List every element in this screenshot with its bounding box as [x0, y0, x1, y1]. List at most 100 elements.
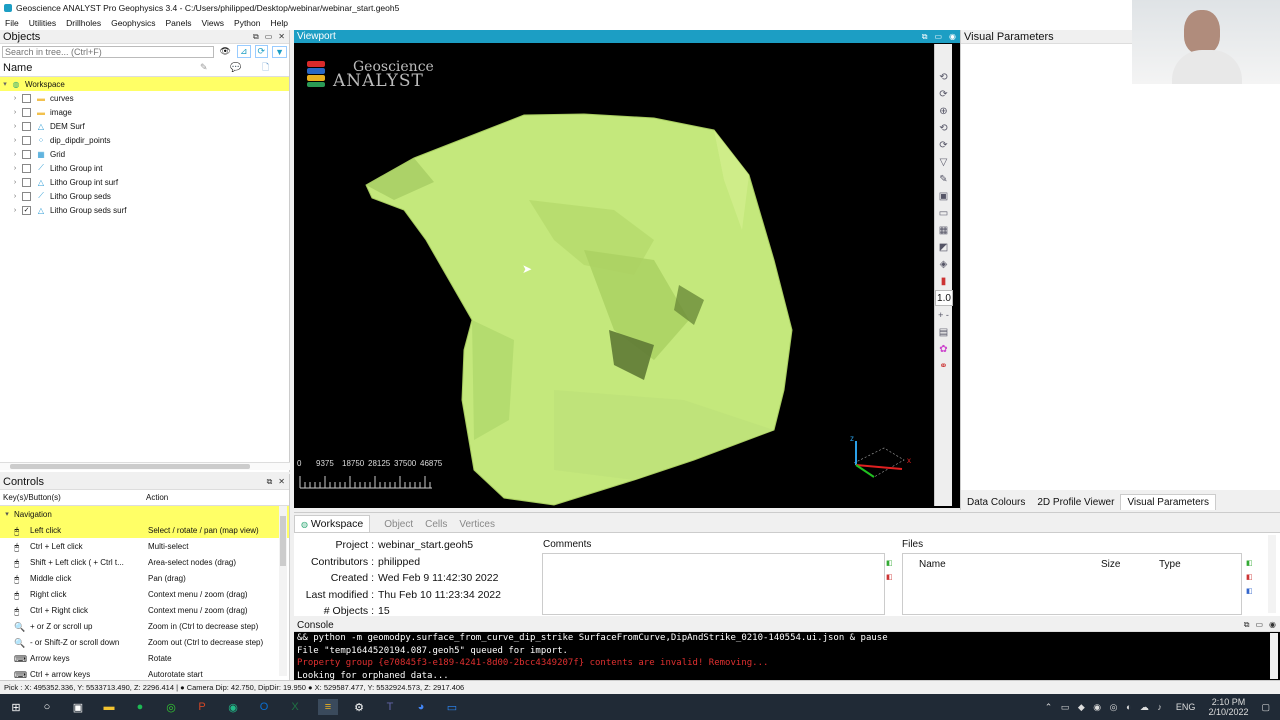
expand-arrow-icon[interactable]: › [10, 123, 20, 130]
tab-2d-profile-viewer[interactable]: 2D Profile Viewer [1031, 495, 1120, 510]
menu-item-drillholes[interactable]: Drillholes [61, 18, 106, 28]
filter-icon[interactable]: ▼ [272, 45, 287, 58]
menu-item-file[interactable]: File [0, 18, 24, 28]
powerpoint-icon[interactable]: P [194, 699, 210, 715]
files-col-name[interactable]: Name [903, 559, 1091, 570]
screenshot-icon[interactable]: ▤ [936, 324, 952, 340]
expand-arrow-icon[interactable]: › [10, 95, 20, 102]
ruler-icon[interactable]: ▭ [936, 205, 952, 221]
menu-item-utilities[interactable]: Utilities [24, 18, 61, 28]
tree-row[interactable]: › ✓ △ Litho Group seds surf [0, 203, 289, 217]
tree-row[interactable]: › ⁘ dip_dipdir_points [0, 133, 289, 147]
name-column-header[interactable]: Name [3, 62, 32, 74]
geoscience-analyst-taskbar-icon[interactable]: ≡ [318, 699, 338, 715]
pycharm-icon[interactable]: ◎ [163, 699, 179, 715]
paint-icon[interactable]: ◈ [936, 256, 952, 272]
pick-icon[interactable]: ◩ [936, 239, 952, 255]
comments-box[interactable] [542, 553, 885, 615]
files-export-icon[interactable]: ◧ [1246, 587, 1253, 595]
tree-row[interactable]: › ⟋ Litho Group int [0, 161, 289, 175]
menu-item-python[interactable]: Python [229, 18, 265, 28]
maximize-icon[interactable]: ▭ [1255, 620, 1263, 630]
clock-date[interactable]: 2/10/2022 [1208, 707, 1248, 717]
zoom-app-icon[interactable]: ▭ [444, 699, 460, 715]
control-row[interactable]: 🖰 Ctrl + Right click Context menu / zoom (… [0, 602, 289, 618]
zoom-value[interactable]: 1.0 [935, 290, 953, 306]
visibility-checkbox[interactable] [22, 107, 31, 117]
eye-icon[interactable]: 👁 [220, 46, 231, 57]
teams-icon[interactable]: T [382, 699, 398, 715]
tree-hscrollbar[interactable] [0, 462, 290, 470]
file-explorer-icon[interactable]: ▬ [101, 699, 117, 715]
tree-row-workspace[interactable]: ▾ ◍ Workspace [0, 77, 289, 91]
control-row[interactable]: 🖰 Middle click Pan (drag) [0, 570, 289, 586]
app-green-icon[interactable]: ◉ [225, 699, 241, 715]
tray-icons[interactable]: ⌃ ▭ ◆ ◉ ◎ ◐ ☁ ♪ [1045, 702, 1165, 713]
tab-vertices[interactable]: Vertices [453, 517, 501, 532]
clip-box-icon[interactable]: ▣ [936, 188, 952, 204]
expand-arrow-icon[interactable]: › [10, 207, 20, 214]
menu-item-panels[interactable]: Panels [161, 18, 197, 28]
expand-arrow-icon[interactable]: › [10, 165, 20, 172]
visibility-checkbox[interactable] [22, 135, 31, 145]
tab-workspace[interactable]: ◍ Workspace [294, 515, 371, 532]
float-icon[interactable]: ⧉ [253, 32, 259, 42]
expand-arrow-icon[interactable]: › [10, 137, 20, 144]
files-col-size[interactable]: Size [1091, 559, 1149, 570]
tree-row[interactable]: › △ Litho Group int surf [0, 175, 289, 189]
visibility-checkbox[interactable] [22, 93, 31, 103]
tree-row[interactable]: › ⟋ Litho Group seds [0, 189, 289, 203]
search-icon[interactable]: ○ [39, 699, 55, 715]
control-row[interactable]: 🖰 Left click Select / rotate / pan (map vi… [0, 522, 289, 538]
expand-arrow-icon[interactable]: › [10, 179, 20, 186]
tree-row[interactable]: › ▬ curves [0, 91, 289, 105]
close-icon[interactable]: ✕ [278, 32, 285, 42]
clock-time[interactable]: 2:10 PM [1208, 697, 1248, 707]
control-row[interactable]: 🔍 + or Z or scroll up Zoom in (Ctrl to dec… [0, 618, 289, 634]
console-output[interactable]: && python -m geomodpy.surface_from_curve… [294, 632, 1264, 682]
close-icon[interactable]: ✕ [278, 477, 285, 487]
pencil-icon[interactable]: ✎ [200, 62, 208, 73]
surface-3d-model[interactable] [354, 90, 914, 510]
float-icon[interactable]: ⧉ [1244, 620, 1250, 630]
control-row[interactable]: 🖰 Right click Context menu / zoom (drag) [0, 586, 289, 602]
files-col-type[interactable]: Type [1149, 559, 1181, 570]
windows-start-icon[interactable]: ⊞ [8, 699, 24, 715]
app-settings-icon[interactable]: ⚙ [351, 699, 367, 715]
filter-type-icon[interactable]: ⊿ [236, 45, 251, 58]
visibility-checkbox[interactable] [22, 149, 31, 159]
visibility-checkbox[interactable] [22, 191, 31, 201]
expand-arrow-icon[interactable]: › [10, 109, 20, 116]
float-icon[interactable]: ⧉ [267, 477, 273, 487]
files-add-icon[interactable]: ◧ [1246, 559, 1253, 567]
menu-item-views[interactable]: Views [197, 18, 230, 28]
expand-arrow-icon[interactable]: › [10, 193, 20, 200]
control-row[interactable]: ⌨ Arrow keys Rotate [0, 650, 289, 666]
tree-row[interactable]: › ▦ Grid [0, 147, 289, 161]
visibility-checkbox[interactable]: ✓ [22, 205, 31, 215]
menu-item-help[interactable]: Help [266, 18, 293, 28]
control-row[interactable]: 🖰 Shift + Left click ( + Ctrl t... Area-se… [0, 554, 289, 570]
comment-icon[interactable]: 💬 [230, 62, 241, 73]
search-input[interactable] [2, 45, 214, 58]
rotate-y-icon[interactable]: ⟲ [936, 120, 952, 136]
navigation-group[interactable]: ▾ Navigation [0, 506, 289, 522]
files-remove-icon[interactable]: ◧ [1246, 573, 1253, 581]
visibility-checkbox[interactable] [22, 177, 31, 187]
comments-add-icon[interactable]: ◧ [886, 559, 893, 567]
grid-icon[interactable]: ▦ [936, 222, 952, 238]
rotate-x-icon[interactable]: ⟳ [936, 86, 952, 102]
notification-icon[interactable]: ▢ [1261, 702, 1270, 713]
colorbar-icon[interactable]: ▮ [936, 273, 952, 289]
expand-arrow-icon[interactable]: › [10, 151, 20, 158]
menu-item-geophysics[interactable]: Geophysics [106, 18, 160, 28]
outlook-icon[interactable]: O [256, 699, 272, 715]
tab-cells[interactable]: Cells [419, 517, 453, 532]
expand-arrow-icon[interactable]: ▾ [0, 80, 10, 88]
maximize-icon[interactable]: ▭ [934, 32, 942, 42]
expand-arrow-icon[interactable]: ▾ [0, 510, 14, 518]
eye-icon[interactable]: ◉ [949, 32, 956, 42]
funnel-icon[interactable]: ▽ [936, 154, 952, 170]
excel-icon[interactable]: X [287, 699, 303, 715]
eye-icon[interactable]: ◉ [1269, 620, 1276, 630]
